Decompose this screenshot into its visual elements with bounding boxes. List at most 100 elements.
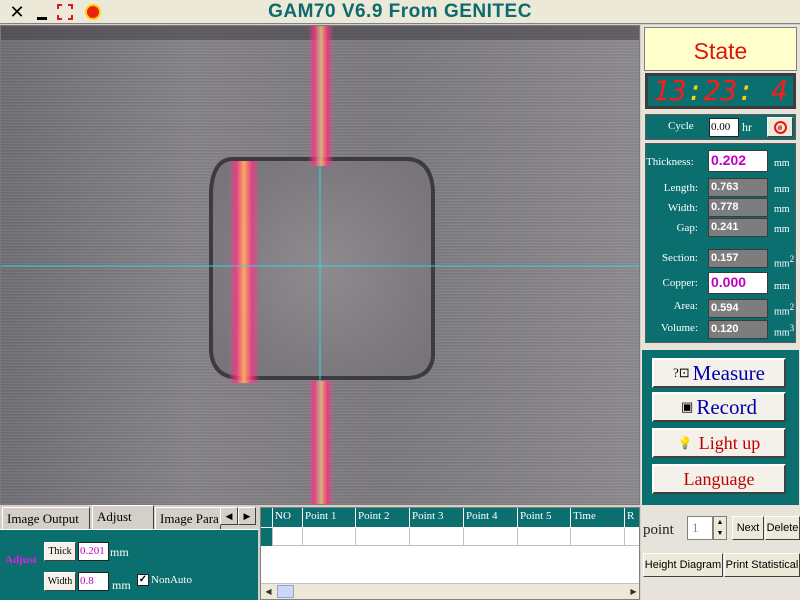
tab-scroll-right-icon[interactable]: ▶	[238, 507, 256, 525]
delete-button[interactable]: Delete	[765, 516, 800, 540]
width-value: 0.778	[708, 198, 768, 217]
adjust-panel: Adjust Thick 0.201 mm Width 0.8 mm ✓ Non…	[0, 529, 258, 600]
tab-scroll: ◀ ▶	[220, 507, 256, 525]
section-unit: mm2	[774, 254, 795, 270]
column-r[interactable]: R	[625, 508, 639, 527]
column-point-3[interactable]: Point 3	[410, 508, 464, 527]
close-icon[interactable]: ✕	[8, 2, 26, 23]
section-value: 0.157	[708, 249, 768, 268]
table-row[interactable]	[261, 528, 639, 546]
table-cell[interactable]	[518, 528, 571, 546]
language-button[interactable]: Language	[652, 464, 786, 494]
length-unit: mm	[774, 184, 790, 195]
row-selector-header	[261, 508, 273, 527]
section-label: Section:	[661, 252, 698, 264]
table-cell[interactable]	[571, 528, 625, 546]
horizontal-scrollbar[interactable]: ◀ ▶	[261, 583, 639, 599]
tab-image-para[interactable]: Image Para	[155, 507, 221, 529]
stop-icon[interactable]: ø	[767, 117, 793, 137]
width-unit: mm	[112, 578, 131, 592]
width-input[interactable]: 0.8	[78, 572, 109, 591]
point-spinner[interactable]: ▲ ▼	[713, 516, 727, 540]
table-cell[interactable]	[464, 528, 518, 546]
tab-image-output[interactable]: Image Output	[2, 507, 90, 529]
settings-tabs: Image Output Adjust Image Para ◀ ▶ Adjus…	[0, 505, 258, 600]
copper-value: 0.000	[708, 272, 768, 294]
minimize-icon[interactable]	[33, 2, 51, 22]
area-value: 0.594	[708, 299, 768, 318]
thickness-unit: mm	[774, 158, 790, 169]
right-panel: State 13:23: 4 Cycle 0.00 hr ø Thickness…	[641, 25, 800, 600]
cycle-unit: hr	[742, 120, 752, 134]
gap-label: Gap:	[676, 222, 698, 234]
table-cell[interactable]	[410, 528, 464, 546]
record-table: NO Point 1 Point 2 Point 3 Point 4 Point…	[260, 507, 640, 600]
laser-line-pad	[228, 161, 260, 383]
adjust-label: Adjust	[5, 554, 37, 566]
table-cell[interactable]	[625, 528, 639, 546]
thick-unit: mm	[110, 545, 129, 559]
row-selector[interactable]	[261, 528, 273, 546]
column-point-2[interactable]: Point 2	[356, 508, 410, 527]
camera-view[interactable]	[0, 25, 640, 505]
thick-button[interactable]: Thick	[44, 542, 76, 561]
measure-icon: ?⊡	[673, 365, 690, 380]
state-label: State	[644, 27, 797, 71]
measure-button[interactable]: ?⊡ Measure	[652, 358, 786, 388]
thickness-label: Thickness:	[646, 156, 694, 168]
camera-image	[1, 26, 639, 504]
copper-label: Copper:	[662, 277, 698, 289]
column-point-5[interactable]: Point 5	[518, 508, 571, 527]
laser-line-bottom	[308, 381, 334, 504]
title-bar: ✕ GAM70 V6.9 From GENITEC	[0, 0, 800, 24]
cycle-input[interactable]: 0.00	[709, 118, 739, 137]
length-label: Length:	[663, 182, 698, 194]
tab-scroll-left-icon[interactable]: ◀	[220, 507, 238, 525]
app-title: GAM70 V6.9 From GENITEC	[268, 1, 532, 22]
column-point-4[interactable]: Point 4	[464, 508, 518, 527]
table-header: NO Point 1 Point 2 Point 3 Point 4 Point…	[261, 508, 639, 527]
record-dot-icon[interactable]	[84, 2, 102, 22]
cycle-row: Cycle 0.00 hr ø	[645, 114, 796, 140]
width-label: Width:	[667, 202, 698, 214]
height-diagram-button[interactable]: Height Diagram	[643, 553, 723, 577]
thick-input[interactable]: 0.201	[78, 542, 109, 561]
light-up-button[interactable]: 💡 Light up	[652, 428, 786, 458]
column-no[interactable]: NO	[273, 508, 303, 527]
nonauto-checkbox[interactable]: ✓	[137, 574, 149, 586]
nonauto-label: NonAuto	[151, 574, 192, 586]
copper-unit: mm	[774, 281, 790, 292]
light-bulb-icon: 💡	[677, 435, 693, 450]
point-controls: point 1 ▲ ▼ Next Delete Height Diagram Pr…	[641, 510, 800, 600]
laser-line-top	[308, 26, 334, 166]
measurement-panel: Thickness: 0.202 mm Length: 0.763 mm Wid…	[645, 143, 796, 343]
scroll-thumb[interactable]	[277, 585, 294, 598]
action-buttons: ?⊡ Measure ▣ Record 💡 Light up Language	[642, 350, 799, 505]
column-point-1[interactable]: Point 1	[303, 508, 356, 527]
tab-adjust[interactable]: Adjust	[92, 505, 154, 530]
gap-unit: mm	[774, 224, 790, 235]
table-cell[interactable]	[273, 528, 303, 546]
table-cell[interactable]	[303, 528, 356, 546]
maximize-icon[interactable]	[56, 2, 74, 22]
record-button[interactable]: ▣ Record	[652, 392, 786, 422]
thickness-value: 0.202	[708, 150, 768, 172]
clock-display: 13:23: 4	[645, 73, 796, 109]
record-icon: ▣	[681, 399, 694, 414]
volume-label: Volume:	[660, 322, 698, 334]
area-unit: mm2	[774, 302, 795, 318]
area-label: Area:	[673, 300, 698, 312]
table-cell[interactable]	[356, 528, 410, 546]
cycle-label: Cycle	[668, 120, 694, 132]
gap-value: 0.241	[708, 218, 768, 237]
column-time[interactable]: Time	[571, 508, 625, 527]
width-unit: mm	[774, 204, 790, 215]
point-input[interactable]: 1	[687, 516, 713, 540]
next-button[interactable]: Next	[732, 516, 764, 540]
volume-unit: mm3	[774, 323, 795, 339]
scroll-left-icon[interactable]: ◀	[261, 584, 276, 599]
width-button[interactable]: Width	[44, 572, 76, 591]
volume-value: 0.120	[708, 320, 768, 339]
scroll-right-icon[interactable]: ▶	[626, 584, 639, 599]
print-statistical-button[interactable]: Print Statistical	[724, 553, 800, 577]
